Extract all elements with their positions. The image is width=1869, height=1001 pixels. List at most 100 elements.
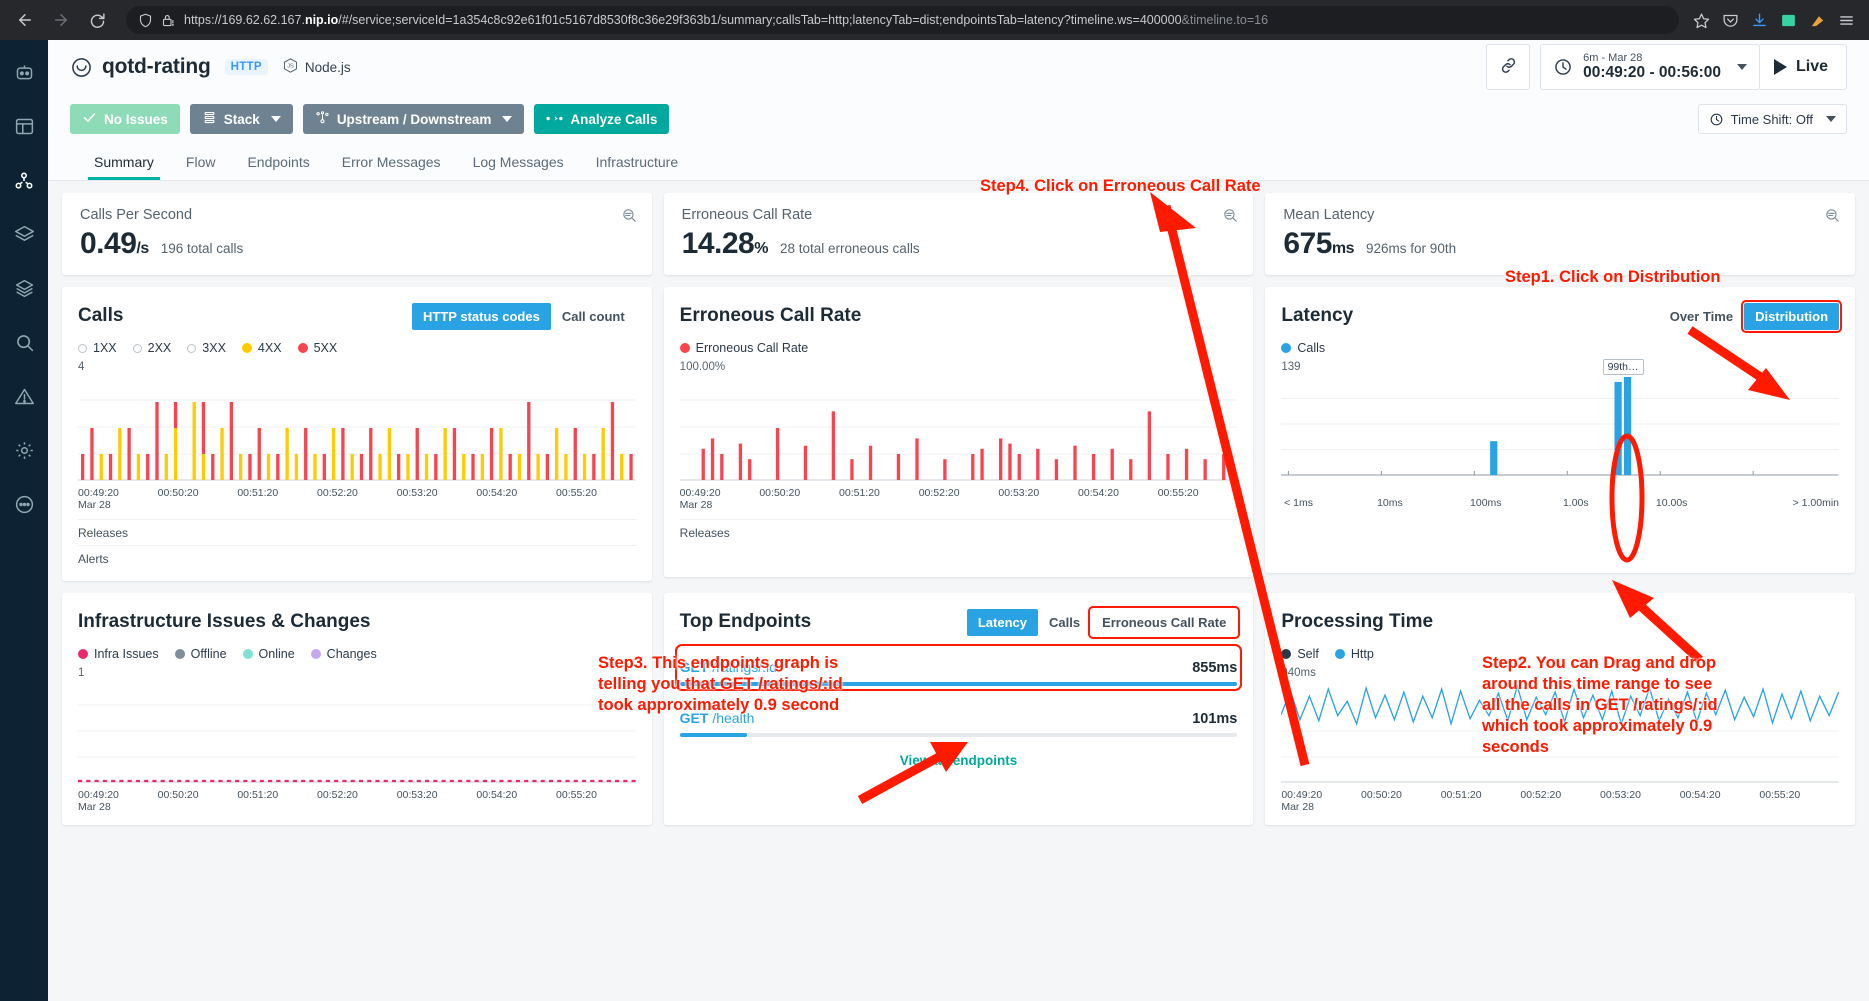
tab-label: Summary	[94, 154, 154, 170]
legend-4xx[interactable]: 4XX	[241, 341, 282, 355]
latency-y-max: 139	[1281, 361, 1301, 373]
menu-icon[interactable]	[1838, 12, 1855, 29]
endpoint-row-ratings[interactable]: GET /ratings/:id 855ms	[674, 644, 1243, 691]
x-tick: < 1ms	[1284, 497, 1314, 509]
bottom-row: Infrastructure Issues & Changes Infra Is…	[62, 593, 1856, 825]
star-icon[interactable]	[1693, 12, 1710, 29]
legend-5xx[interactable]: 5XX	[297, 341, 337, 355]
legend-3xx[interactable]: 3XX	[187, 341, 226, 355]
tab-endpoints[interactable]: Endpoints	[245, 144, 311, 180]
back-arrow-icon[interactable]	[10, 5, 40, 35]
legend-1xx[interactable]: 1XX	[78, 341, 117, 355]
x-tick: 00:54:20	[476, 789, 518, 801]
legend-changes[interactable]: Changes	[310, 647, 377, 661]
save-icon[interactable]	[1780, 12, 1797, 29]
kpi-mean-latency[interactable]: Mean Latency 675ms 926ms for 90th	[1265, 193, 1856, 275]
chevron-down-icon[interactable]	[1736, 64, 1747, 70]
calls-alerts-row[interactable]: Alerts	[78, 545, 636, 571]
sidebar-item-stack[interactable]	[4, 270, 44, 310]
tab-error-messages[interactable]: Error Messages	[340, 144, 443, 180]
error-releases-row[interactable]: Releases	[679, 519, 1238, 545]
dashboard-grid: Calls Per Second 0.49/s 196 total calls …	[48, 181, 1869, 837]
kpi-calls-per-second[interactable]: Calls Per Second 0.49/s 196 total calls	[62, 193, 652, 275]
sidebar-item-robot[interactable]	[4, 54, 44, 94]
legend-http[interactable]: Http	[1334, 647, 1374, 661]
analyze-icon	[14, 332, 35, 356]
endpoints-tab-latency[interactable]: Latency	[966, 608, 1038, 636]
processing-plot[interactable]	[1280, 679, 1840, 786]
address-bar[interactable]: https://169.62.62.167.nip.io/#/service;s…	[126, 6, 1679, 34]
latency-tab-over-time[interactable]: Over Time	[1659, 303, 1744, 330]
sidebar-item-more[interactable]	[4, 486, 44, 526]
x-tick: 100ms	[1470, 497, 1502, 509]
stack-button[interactable]: Stack	[189, 104, 293, 134]
download-icon[interactable]	[1751, 12, 1768, 29]
legend-offline[interactable]: Offline	[174, 647, 227, 661]
tab-flow[interactable]: Flow	[184, 144, 218, 180]
error-plot[interactable]	[679, 373, 1238, 484]
endpoints-tab-erroneous-call-rate[interactable]: Erroneous Call Rate	[1088, 605, 1241, 639]
calls-tab-call-count[interactable]: Call count	[551, 303, 636, 330]
nodejs-icon: JS	[282, 57, 299, 77]
more-icon	[14, 494, 35, 518]
x-tick: 00:55:20	[556, 487, 597, 499]
sidebar-item-layers[interactable]	[4, 216, 44, 256]
svg-text:JS: JS	[287, 64, 294, 70]
infra-plot[interactable]	[78, 679, 636, 786]
endpoints-card-title: Top Endpoints	[679, 611, 812, 632]
lock-warning-icon[interactable]	[161, 13, 176, 28]
browser-toolbar: https://169.62.62.167.nip.io/#/service;s…	[0, 0, 1869, 40]
live-button[interactable]: Live	[1759, 44, 1847, 90]
calls-plot[interactable]	[78, 373, 636, 484]
copy-link-button[interactable]	[1486, 44, 1531, 90]
endpoint-row-health[interactable]: GET /health 101ms	[679, 700, 1238, 737]
zoom-icon[interactable]	[1824, 207, 1841, 227]
no-issues-badge[interactable]: No Issues	[70, 104, 180, 134]
view-all-endpoints-link[interactable]: View all endpoints	[680, 737, 1238, 776]
latency-distribution-plot[interactable]: 99th…	[1281, 359, 1840, 494]
x-tick: 00:54:20	[1679, 789, 1721, 801]
upstream-downstream-label: Upstream / Downstream	[336, 111, 492, 127]
time-range-picker[interactable]: 6m - Mar 28 00:49:20 - 00:56:00	[1540, 44, 1760, 90]
sidebar-item-services[interactable]	[4, 162, 44, 202]
legend-2xx[interactable]: 2XX	[132, 341, 171, 355]
x-tick: 00:55:20	[556, 789, 597, 801]
sidebar-item-alerts[interactable]	[4, 378, 44, 418]
x-tick: 10.00s	[1655, 497, 1688, 509]
tab-log-messages[interactable]: Log Messages	[471, 144, 566, 180]
sidebar-item-settings[interactable]	[4, 432, 44, 472]
processing-x-axis: 00:49:20 00:50:20 00:51:20 00:52:20 00:5…	[1281, 789, 1839, 801]
pocket-icon[interactable]	[1722, 12, 1739, 29]
legend-erroneous-call-rate[interactable]: Erroneous Call Rate	[679, 341, 808, 355]
processing-card-title: Processing Time	[1281, 611, 1434, 632]
calls-tab-http-status-codes[interactable]: HTTP status codes	[412, 302, 551, 330]
forward-arrow-icon[interactable]	[46, 5, 76, 35]
processing-y-max: 940ms	[1281, 667, 1316, 679]
legend-infra-issues[interactable]: Infra Issues	[78, 647, 159, 661]
tab-infrastructure[interactable]: Infrastructure	[594, 144, 680, 180]
latency-tab-distribution[interactable]: Distribution	[1741, 299, 1843, 333]
calls-releases-row[interactable]: Releases	[78, 519, 636, 545]
zoom-icon[interactable]	[1222, 207, 1239, 227]
sidebar-item-dashboard[interactable]	[4, 108, 44, 148]
dashboard-icon	[14, 116, 35, 140]
service-title-row: qotd-rating HTTP JS Node.js 6m - Mar 28	[70, 40, 1847, 94]
service-header: qotd-rating HTTP JS Node.js 6m - Mar 28	[48, 40, 1869, 181]
tab-label: Error Messages	[341, 154, 441, 170]
tab-summary[interactable]: Summary	[88, 144, 160, 180]
sidebar-item-analyze[interactable]	[4, 324, 44, 364]
extension-icon[interactable]	[1809, 12, 1826, 29]
clock-icon	[1553, 57, 1573, 77]
upstream-downstream-button[interactable]: Upstream / Downstream	[302, 104, 525, 134]
kpi-label: Mean Latency	[1283, 207, 1375, 223]
kpi-erroneous-call-rate[interactable]: Erroneous Call Rate 14.28% 28 total erro…	[663, 193, 1254, 275]
analyze-calls-button[interactable]: Analyze Calls	[534, 104, 670, 134]
legend-online[interactable]: Online	[242, 647, 295, 661]
legend-calls[interactable]: Calls	[1281, 341, 1325, 355]
reload-icon[interactable]	[82, 5, 112, 35]
time-shift-button[interactable]: Time Shift: Off	[1697, 104, 1847, 134]
legend-self[interactable]: Self	[1281, 647, 1319, 661]
endpoints-tab-calls[interactable]: Calls	[1038, 609, 1091, 636]
zoom-icon[interactable]	[621, 207, 638, 227]
tab-label: Log Messages	[472, 154, 564, 170]
